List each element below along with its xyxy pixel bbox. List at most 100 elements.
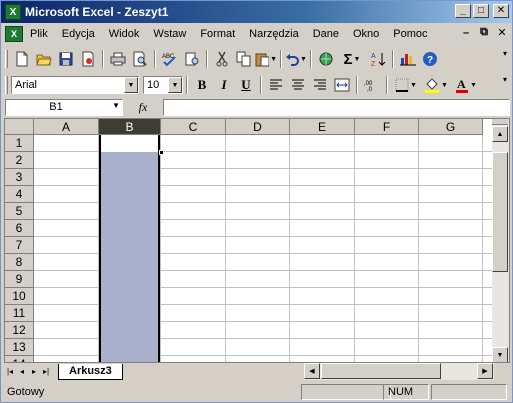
row-header-2[interactable]: 2 <box>5 152 34 169</box>
row-header-13[interactable]: 13 <box>5 339 34 356</box>
doc-minimize-button[interactable]: – <box>460 27 472 39</box>
print-icon[interactable] <box>107 49 129 69</box>
menu-okno[interactable]: Okno <box>346 28 386 40</box>
new-icon[interactable] <box>11 49 33 69</box>
undo-icon[interactable]: ▼ <box>285 49 307 69</box>
menu-pomoc[interactable]: Pomoc <box>386 28 434 40</box>
prev-sheet-icon[interactable]: ◂ <box>16 364 28 379</box>
copy-icon[interactable] <box>233 49 255 69</box>
column-header-a[interactable]: A <box>34 119 99 135</box>
vertical-scrollbar[interactable]: ▲ ▼ <box>492 119 509 362</box>
row-header-7[interactable]: 7 <box>5 237 34 254</box>
next-sheet-icon[interactable]: ▸ <box>28 364 40 379</box>
menu-plik[interactable]: Plik <box>23 28 55 40</box>
close-button[interactable]: ✕ <box>493 4 509 18</box>
column-header-e[interactable]: E <box>290 119 355 135</box>
horizontal-scroll-thumb[interactable] <box>321 363 441 379</box>
underline-button[interactable]: U <box>235 75 257 95</box>
row-header-1[interactable]: 1 <box>5 135 34 152</box>
row-header-10[interactable]: 10 <box>5 288 34 305</box>
column-header-c[interactable]: C <box>161 119 226 135</box>
sort-ascending-icon[interactable]: AZ <box>367 49 389 69</box>
row-header-5[interactable]: 5 <box>5 203 34 220</box>
vertical-scroll-thumb[interactable] <box>492 152 508 272</box>
font-combo[interactable]: Arial ▼ <box>11 76 139 94</box>
column-header-d[interactable]: D <box>226 119 290 135</box>
italic-button[interactable]: I <box>213 75 235 95</box>
merge-center-icon[interactable] <box>331 75 353 95</box>
doc-close-button[interactable]: ✕ <box>496 26 508 39</box>
doc-restore-button[interactable]: ⧉ <box>478 26 490 39</box>
menu-edycja[interactable]: Edycja <box>55 28 102 40</box>
autosum-icon[interactable]: Σ ▼ <box>337 49 367 69</box>
worksheet-grid[interactable]: ABCDEFG 1234567891011121314 ▲ ▼ <box>4 118 510 363</box>
menu-narzedzia[interactable]: Narzędzia <box>242 28 306 40</box>
minimize-button[interactable]: _ <box>455 4 471 18</box>
fill-handle[interactable] <box>159 150 164 155</box>
select-all-corner[interactable] <box>5 119 34 135</box>
scroll-up-icon[interactable]: ▲ <box>492 126 508 142</box>
bold-button[interactable]: B <box>191 75 213 95</box>
title-bar[interactable]: X Microsoft Excel - Zeszyt1 _ □ ✕ <box>1 1 512 23</box>
align-center-icon[interactable] <box>287 75 309 95</box>
menu-format[interactable]: Format <box>193 28 242 40</box>
chart-wizard-icon[interactable] <box>397 49 419 69</box>
row-header-6[interactable]: 6 <box>5 220 34 237</box>
scroll-right-icon[interactable]: ▶ <box>477 363 493 379</box>
permission-icon[interactable] <box>77 49 99 69</box>
menu-dane[interactable]: Dane <box>306 28 346 40</box>
toolbar-options-icon[interactable]: ▾ <box>500 75 510 95</box>
first-sheet-icon[interactable]: |◂ <box>4 364 16 379</box>
borders-icon[interactable]: ▼ <box>391 75 421 95</box>
excel-app-icon[interactable]: X <box>5 4 21 20</box>
column-header-b[interactable]: B <box>99 119 161 135</box>
split-box[interactable] <box>492 119 508 125</box>
row-header-11[interactable]: 11 <box>5 305 34 322</box>
cut-icon[interactable] <box>211 49 233 69</box>
scroll-down-icon[interactable]: ▼ <box>492 347 508 362</box>
spelling-icon[interactable]: ABC <box>159 49 181 69</box>
row-header-14[interactable]: 14 <box>5 356 34 362</box>
menu-widok[interactable]: Widok <box>102 28 147 40</box>
row-header-3[interactable]: 3 <box>5 169 34 186</box>
standard-toolbar: ABC ▼ ▼ Σ ▼ AZ ? ▾ <box>1 46 512 72</box>
last-sheet-icon[interactable]: ▸| <box>40 364 52 379</box>
increase-decimal-icon[interactable]: ,00,0 <box>361 75 383 95</box>
align-left-icon[interactable] <box>265 75 287 95</box>
print-preview-icon[interactable] <box>129 49 151 69</box>
open-icon[interactable] <box>33 49 55 69</box>
column-header-g[interactable]: G <box>419 119 483 135</box>
row-header-12[interactable]: 12 <box>5 322 34 339</box>
paste-icon[interactable]: ▼ <box>255 49 277 69</box>
formula-input[interactable] <box>163 99 510 116</box>
row-header-4[interactable]: 4 <box>5 186 34 203</box>
insert-function-icon[interactable]: fx <box>123 100 163 115</box>
row-header-8[interactable]: 8 <box>5 254 34 271</box>
save-icon[interactable] <box>55 49 77 69</box>
research-icon[interactable] <box>181 49 203 69</box>
font-size-combo[interactable]: 10 ▼ <box>143 76 183 94</box>
chevron-down-icon[interactable]: ▼ <box>124 77 138 93</box>
chevron-down-icon[interactable]: ▼ <box>112 101 120 110</box>
row-header-9[interactable]: 9 <box>5 271 34 288</box>
menu-wstaw[interactable]: Wstaw <box>146 28 193 40</box>
name-box[interactable]: B1 ▼ <box>5 99 123 116</box>
chevron-down-icon[interactable]: ▼ <box>168 77 182 93</box>
active-cell-b1[interactable] <box>101 135 158 152</box>
sheet-tab-arkusz3[interactable]: Arkusz3 <box>58 363 123 380</box>
horizontal-scrollbar[interactable]: ◀ ▶ <box>304 363 494 380</box>
fill-color-icon[interactable]: ▼ <box>421 75 451 95</box>
selected-column-b[interactable] <box>99 135 160 362</box>
column-header-f[interactable]: F <box>355 119 419 135</box>
toolbar-grip[interactable] <box>5 76 8 94</box>
font-color-icon[interactable]: A ▼ <box>451 75 481 95</box>
hyperlink-icon[interactable] <box>315 49 337 69</box>
align-right-icon[interactable] <box>309 75 331 95</box>
scroll-left-icon[interactable]: ◀ <box>304 363 320 379</box>
toolbar-options-icon[interactable]: ▾ <box>500 49 510 69</box>
help-icon[interactable]: ? <box>419 49 441 69</box>
document-icon[interactable]: X <box>5 26 23 42</box>
toolbar-grip[interactable] <box>5 50 8 68</box>
formula-bar: B1 ▼ fx <box>1 98 512 117</box>
restore-button[interactable]: □ <box>473 4 489 18</box>
